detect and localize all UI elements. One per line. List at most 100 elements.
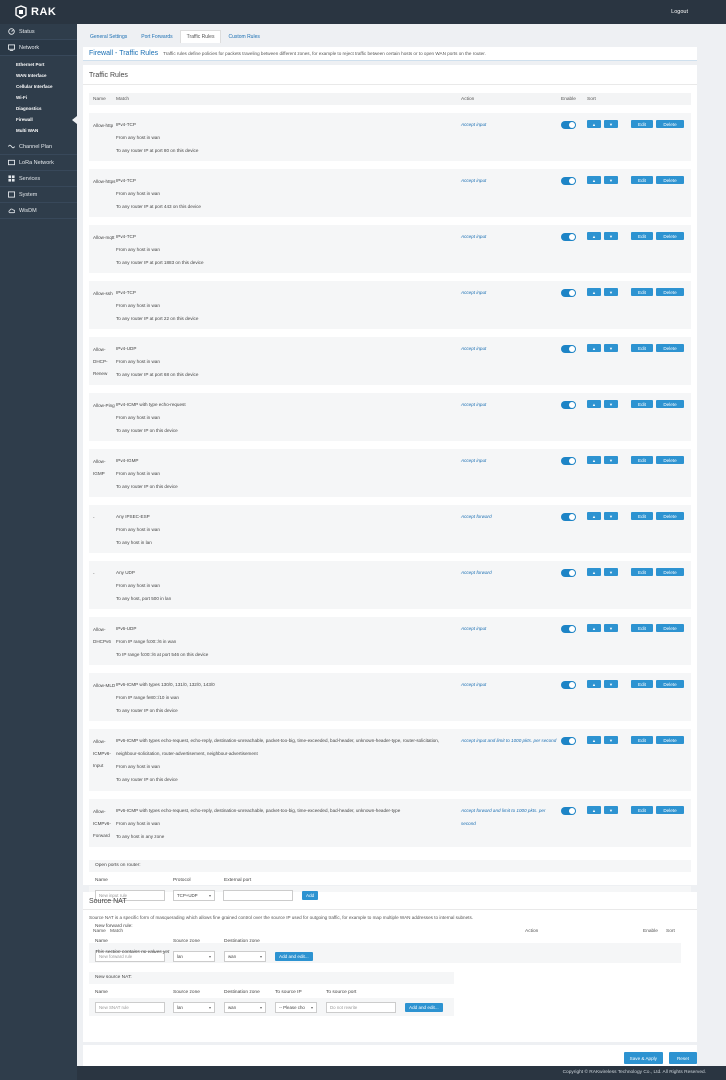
edit-button[interactable]: Edit <box>631 176 653 184</box>
tab-port-forwards[interactable]: Port Forwards <box>134 30 180 43</box>
sidebar-sub-cellular[interactable]: Cellular Interface <box>0 81 77 92</box>
edit-button[interactable]: Edit <box>631 400 653 408</box>
sidebar-item-wisdm[interactable]: WisDM <box>0 203 77 219</box>
sidebar-item-services[interactable]: Services <box>0 171 77 187</box>
move-up-button[interactable]: ▲ <box>587 232 601 240</box>
move-up-button[interactable]: ▲ <box>587 176 601 184</box>
sidebar-item-system[interactable]: System <box>0 187 77 203</box>
move-up-button[interactable]: ▲ <box>587 568 601 576</box>
sidebar-sub-wan[interactable]: WAN Interface <box>0 70 77 81</box>
enable-toggle[interactable] <box>561 177 576 185</box>
enable-toggle[interactable] <box>561 345 576 353</box>
enable-toggle[interactable] <box>561 807 576 815</box>
edit-button[interactable]: Edit <box>631 624 653 632</box>
enable-toggle[interactable] <box>561 121 576 129</box>
add-open-port-button[interactable]: Add <box>302 890 319 900</box>
move-up-button[interactable]: ▲ <box>587 456 601 464</box>
arrow-up-icon: ▲ <box>592 401 596 407</box>
move-up-button[interactable]: ▲ <box>587 736 601 744</box>
edit-button[interactable]: Edit <box>631 512 653 520</box>
save-apply-button[interactable]: Save & Apply <box>623 1052 663 1064</box>
sidebar-sub-wifi[interactable]: Wi-Fi <box>0 92 77 103</box>
move-down-button[interactable]: ▼ <box>604 120 618 128</box>
move-up-button[interactable]: ▲ <box>587 344 601 352</box>
move-down-button[interactable]: ▼ <box>604 344 618 352</box>
move-down-button[interactable]: ▼ <box>604 736 618 744</box>
snat-name-input[interactable]: New SNAT rule <box>95 1001 165 1013</box>
delete-button[interactable]: Delete <box>656 232 684 240</box>
sidebar-item-network[interactable]: Network <box>0 40 77 56</box>
sidebar-item-channel-plan[interactable]: Channel Plan <box>0 139 77 155</box>
edit-button[interactable]: Edit <box>631 456 653 464</box>
add-snat-button[interactable]: Add and edit... <box>405 1002 443 1012</box>
move-down-button[interactable]: ▼ <box>604 232 618 240</box>
edit-button[interactable]: Edit <box>631 120 653 128</box>
move-up-button[interactable]: ▲ <box>587 288 601 296</box>
move-down-button[interactable]: ▼ <box>604 400 618 408</box>
add-forward-rule-button[interactable]: Add and edit... <box>275 951 313 961</box>
tab-custom-rules[interactable]: Custom Rules <box>221 30 267 43</box>
sidebar-sub-multiwan[interactable]: Multi WAN <box>0 125 77 136</box>
move-down-button[interactable]: ▼ <box>604 680 618 688</box>
delete-button[interactable]: Delete <box>656 400 684 408</box>
enable-toggle[interactable] <box>561 289 576 297</box>
delete-button[interactable]: Delete <box>656 568 684 576</box>
delete-button[interactable]: Delete <box>656 680 684 688</box>
move-up-button[interactable]: ▲ <box>587 806 601 814</box>
move-down-button[interactable]: ▼ <box>604 288 618 296</box>
edit-button[interactable]: Edit <box>631 806 653 814</box>
edit-button[interactable]: Edit <box>631 568 653 576</box>
move-down-button[interactable]: ▼ <box>604 624 618 632</box>
move-down-button[interactable]: ▼ <box>604 568 618 576</box>
delete-button[interactable]: Delete <box>656 288 684 296</box>
reset-button[interactable]: Reset <box>668 1052 697 1064</box>
edit-button[interactable]: Edit <box>631 232 653 240</box>
move-up-button[interactable]: ▲ <box>587 120 601 128</box>
delete-button[interactable]: Delete <box>656 344 684 352</box>
move-up-button[interactable]: ▲ <box>587 400 601 408</box>
enable-toggle[interactable] <box>561 569 576 577</box>
enable-toggle[interactable] <box>561 401 576 409</box>
delete-button[interactable]: Delete <box>656 736 684 744</box>
delete-button[interactable]: Delete <box>656 456 684 464</box>
move-up-button[interactable]: ▲ <box>587 680 601 688</box>
enable-toggle[interactable] <box>561 513 576 521</box>
source-zone-select[interactable]: lan ▾ <box>173 950 215 962</box>
destination-zone-select[interactable]: wan ▾ <box>224 950 266 962</box>
move-down-button[interactable]: ▼ <box>604 806 618 814</box>
enable-toggle[interactable] <box>561 681 576 689</box>
external-port-input[interactable] <box>223 889 293 901</box>
delete-button[interactable]: Delete <box>656 806 684 814</box>
sidebar-sub-firewall[interactable]: Firewall <box>0 114 77 125</box>
snat-destination-zone-select[interactable]: wan ▾ <box>224 1001 266 1013</box>
delete-button[interactable]: Delete <box>656 176 684 184</box>
enable-toggle[interactable] <box>561 737 576 745</box>
enable-toggle[interactable] <box>561 457 576 465</box>
edit-button[interactable]: Edit <box>631 288 653 296</box>
tab-general-settings[interactable]: General Settings <box>83 30 135 43</box>
move-up-button[interactable]: ▲ <box>587 512 601 520</box>
edit-button[interactable]: Edit <box>631 344 653 352</box>
move-down-button[interactable]: ▼ <box>604 456 618 464</box>
rule-name: Allow-IGMP <box>93 459 106 476</box>
move-up-button[interactable]: ▲ <box>587 624 601 632</box>
edit-button[interactable]: Edit <box>631 680 653 688</box>
delete-button[interactable]: Delete <box>656 624 684 632</box>
delete-button[interactable]: Delete <box>656 120 684 128</box>
move-down-button[interactable]: ▼ <box>604 176 618 184</box>
sidebar-item-lora[interactable]: LoRa Network <box>0 155 77 171</box>
logout-link[interactable]: Logout <box>671 9 688 15</box>
sidebar-sub-ethernet[interactable]: Ethernet Port <box>0 59 77 70</box>
enable-toggle[interactable] <box>561 233 576 241</box>
sidebar-item-status[interactable]: Status <box>0 24 77 40</box>
sidebar-sub-diagnostics[interactable]: Diagnostics <box>0 103 77 114</box>
tab-traffic-rules[interactable]: Traffic Rules <box>179 30 222 43</box>
protocol-select[interactable]: TCP+UDP ▾ <box>173 889 215 901</box>
snat-source-zone-select[interactable]: lan ▾ <box>173 1001 215 1013</box>
to-source-port-input[interactable]: Do not rewrite <box>326 1001 396 1013</box>
move-down-button[interactable]: ▼ <box>604 512 618 520</box>
edit-button[interactable]: Edit <box>631 736 653 744</box>
to-source-ip-select[interactable]: -- Please cho ▾ <box>275 1001 317 1013</box>
delete-button[interactable]: Delete <box>656 512 684 520</box>
enable-toggle[interactable] <box>561 625 576 633</box>
